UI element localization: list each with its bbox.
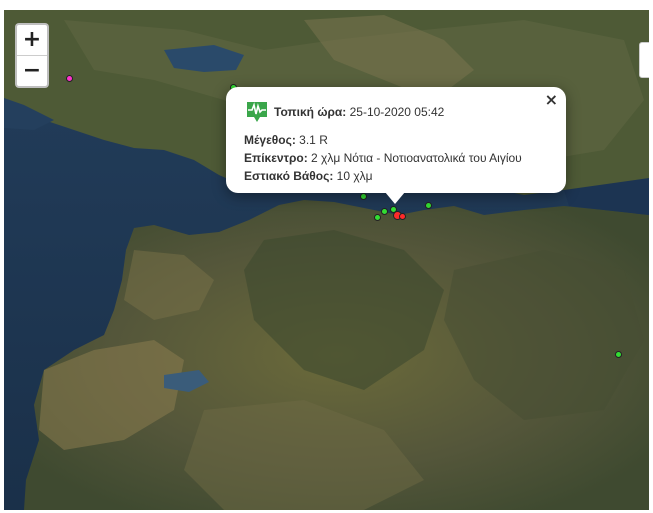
local-time-value: 25-10-2020 05:42 [349,105,445,119]
map-view[interactable]: + − × Τοπική ώρα: 25-10-2020 05:42 Μέγεθ… [4,10,649,510]
popup-tip [385,192,405,204]
quake-marker-day[interactable] [360,193,367,200]
zoom-out-button[interactable]: − [17,56,47,86]
quake-marker-day[interactable] [425,202,432,209]
quake-marker-day[interactable] [374,214,381,221]
local-time-label: Τοπική ώρα: [274,105,347,119]
epicenter-label: Επίκεντρο: [244,151,312,165]
magnitude-value: 3.1 R [299,133,328,147]
close-icon[interactable]: × [545,91,558,109]
quake-marker-older[interactable] [66,75,73,82]
depth-label: Εστιακό Βάθος: [244,169,337,183]
seismograph-icon [247,102,267,122]
layer-control[interactable] [639,42,649,78]
magnitude-label: Μέγεθος: [244,133,300,147]
depth-value: 10 χλμ [336,169,373,183]
earthquake-popup: × Τοπική ώρα: 25-10-2020 05:42 Μέγεθος: … [226,87,566,193]
zoom-in-button[interactable]: + [17,25,47,56]
epicenter-value: 2 χλμ Νότια - Νοτιοανατολικά του Αιγίου [311,151,522,165]
epicenter-row: Επίκεντρο: 2 χλμ Νότια - Νοτιοανατολικά … [244,149,552,167]
quake-marker-day[interactable] [615,351,622,358]
zoom-control: + − [15,23,49,88]
popup-header: Τοπική ώρα: 25-10-2020 05:42 [244,99,552,125]
magnitude-row: Μέγεθος: 3.1 R [244,131,552,149]
quake-marker-day[interactable] [381,208,388,215]
depth-row: Εστιακό Βάθος: 10 χλμ [244,167,552,185]
satellite-map[interactable] [4,10,649,510]
quake-marker-recent[interactable] [399,213,406,220]
